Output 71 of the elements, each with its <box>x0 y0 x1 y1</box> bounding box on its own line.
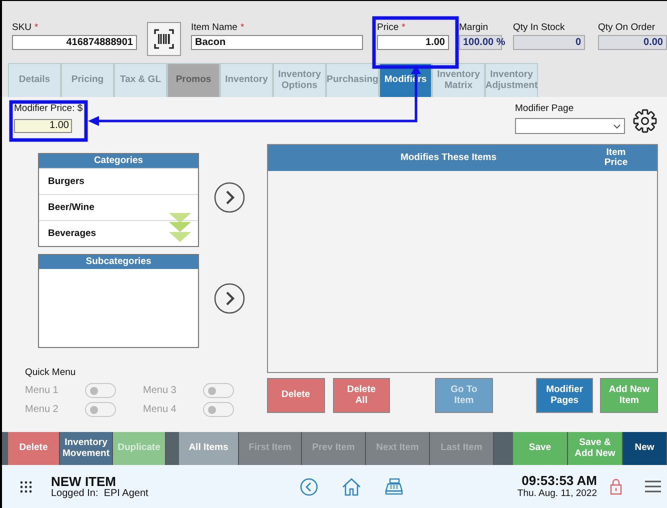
required-mark: * <box>240 22 244 33</box>
next-button[interactable] <box>214 283 245 314</box>
menu-icon <box>645 480 661 493</box>
chevron-right-icon <box>214 182 245 213</box>
toolbar-button[interactable]: Save <box>513 432 568 465</box>
input-field[interactable]: 1.00 <box>377 35 449 50</box>
tab[interactable]: Pricing <box>61 63 114 97</box>
list-header: Categories <box>39 154 198 168</box>
field-label: SKU <box>12 22 32 33</box>
toggle-label: Menu 3 <box>143 384 178 398</box>
next-button[interactable] <box>214 182 245 213</box>
chevron-right-icon <box>214 283 245 314</box>
screen-title: NEW ITEM <box>51 474 117 488</box>
toolbar-button[interactable]: All Items <box>179 432 239 465</box>
column-header: Modifies These Items <box>399 150 498 165</box>
field-label: Qty On Order <box>598 22 656 33</box>
back-icon <box>300 478 318 496</box>
cash-register-icon <box>385 478 404 495</box>
toolbar-button[interactable]: Save & Add New <box>568 432 623 465</box>
toggle-label: Menu 1 <box>25 384 60 398</box>
grid-icon <box>20 480 32 492</box>
toggle-label: Menu 4 <box>143 403 178 418</box>
toolbar-button[interactable]: Delete <box>8 432 60 465</box>
tab[interactable]: Details <box>8 63 61 97</box>
readonly-field: 0 <box>513 35 585 50</box>
home-icon <box>342 478 362 496</box>
required-mark: * <box>34 22 38 33</box>
lock-icon <box>610 478 622 495</box>
menu-button[interactable] <box>645 480 661 493</box>
register-button[interactable] <box>385 478 404 495</box>
category-item[interactable]: Burgers <box>39 168 198 194</box>
toolbar-button[interactable]: Inventory Movement <box>60 432 113 465</box>
settings-icon <box>633 109 657 133</box>
section-label: Quick Menu <box>25 366 77 380</box>
action-button[interactable]: Delete <box>267 378 325 413</box>
caret-icon <box>613 124 621 128</box>
clock-time: 09:53:53 AM <box>522 474 597 488</box>
tab[interactable]: Inventory Options <box>273 63 326 97</box>
action-button[interactable]: Add New Item <box>600 378 658 413</box>
list-header: Subcategories <box>39 255 198 269</box>
home-button[interactable] <box>342 478 362 496</box>
action-button[interactable]: Delete All <box>332 378 390 413</box>
apps-button[interactable] <box>20 480 32 492</box>
tab[interactable]: Purchasing <box>326 63 379 97</box>
barcode-button[interactable] <box>147 22 181 56</box>
field-label: Margin <box>459 22 488 33</box>
tab[interactable]: Tax & GL <box>114 63 167 97</box>
tab[interactable]: Inventory Adjustment <box>485 63 538 97</box>
dropdown-field[interactable] <box>515 118 625 134</box>
action-button[interactable]: Modifier Pages <box>536 378 594 413</box>
toggle-label: Menu 2 <box>25 403 60 418</box>
back-button[interactable] <box>300 478 318 496</box>
tab[interactable]: Inventory <box>220 63 273 97</box>
required-mark: * <box>402 22 406 33</box>
field-label: Item Name <box>191 22 238 33</box>
barcode-icon <box>154 29 174 49</box>
toolbar-button[interactable]: New <box>623 432 667 465</box>
settings-button[interactable] <box>633 109 657 133</box>
field-label: Modifier Page <box>515 103 575 116</box>
input-field[interactable]: 416874888901 <box>12 35 137 50</box>
lock-button[interactable] <box>610 478 622 495</box>
clock-date: Thu. Aug. 11, 2022 <box>517 488 597 499</box>
login-text: Logged In: EPI Agent <box>51 488 148 498</box>
input-field[interactable]: 1.00 <box>14 119 72 133</box>
field-label: Qty In Stock <box>513 22 565 33</box>
tab[interactable]: Inventory Matrix <box>432 63 485 97</box>
input-field[interactable]: Bacon <box>191 35 363 50</box>
field-label: Price <box>377 22 399 33</box>
column-header: Item Price <box>603 148 629 168</box>
field-label: Modifier Price: $ <box>14 103 83 116</box>
readonly-field: 0.00 <box>598 35 667 50</box>
